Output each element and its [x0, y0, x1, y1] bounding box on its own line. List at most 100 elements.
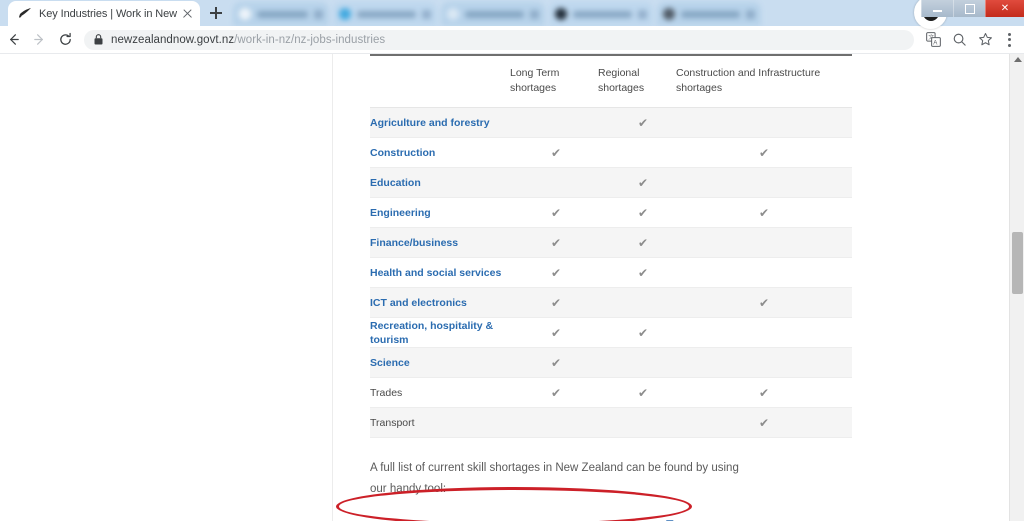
industry-link[interactable]: Engineering — [370, 197, 508, 228]
table-row: Recreation, hospitality & tourism ✔ ✔ — [370, 317, 852, 348]
cell-construction: ✔ — [674, 137, 852, 168]
table-row: Agriculture and forestry ✔ — [370, 107, 852, 138]
cell-construction: ✔ — [674, 377, 852, 408]
tab-title — [357, 10, 416, 18]
cell-regional — [596, 407, 674, 438]
table-row: Finance/business ✔ ✔ — [370, 227, 852, 258]
background-tab[interactable] — [333, 2, 437, 26]
table-row: Education ✔ — [370, 167, 852, 198]
close-window-button[interactable]: ✕ — [985, 0, 1024, 17]
dot — [1007, 38, 1011, 41]
toolbar-icons: 文 A — [920, 27, 1024, 53]
page-left-margin — [0, 54, 333, 521]
maximize-button[interactable] — [953, 0, 985, 17]
check-icon: ✔ — [551, 145, 562, 160]
cell-long-term: ✔ — [508, 227, 596, 258]
industry-link[interactable]: Science — [370, 347, 508, 378]
cell-regional: ✔ — [596, 257, 674, 288]
cell-long-term: ✔ — [508, 137, 596, 168]
browser-window: Key Industries | Work in New Zea — [0, 0, 1024, 521]
cell-long-term: ✔ — [508, 347, 596, 378]
cell-regional: ✔ — [596, 377, 674, 408]
tool-description-paragraph: A full list of current skill shortages i… — [370, 462, 739, 495]
check-icon: ✔ — [638, 205, 649, 220]
favicon — [239, 8, 251, 20]
check-icon: ✔ — [551, 295, 562, 310]
window-controls: ✕ — [921, 0, 1024, 17]
close-icon[interactable] — [746, 9, 755, 19]
close-icon[interactable] — [422, 9, 431, 19]
tab-title — [573, 10, 632, 18]
background-tab[interactable] — [441, 2, 545, 26]
column-header-long-term: Long Term shortages — [508, 54, 596, 108]
favicon — [555, 8, 567, 20]
cell-construction — [674, 107, 852, 138]
forward-button[interactable] — [26, 27, 52, 53]
new-tab-button[interactable] — [203, 0, 229, 26]
browser-toolbar: newzealandnow.govt.nz/work-in-nz/nz-jobs… — [0, 26, 1024, 54]
check-icon: ✔ — [638, 115, 649, 130]
minimize-button[interactable] — [921, 0, 953, 17]
cell-regional: ✔ — [596, 197, 674, 228]
table-row: ICT and electronics ✔ ✔ — [370, 287, 852, 318]
check-icon: ✔ — [638, 385, 649, 400]
industry-link[interactable]: Construction — [370, 137, 508, 168]
industry-link[interactable]: Recreation, hospitality & tourism — [370, 317, 508, 348]
check-icon: ✔ — [638, 235, 649, 250]
favicon — [339, 8, 351, 20]
background-tab[interactable] — [233, 2, 329, 26]
cell-long-term: ✔ — [508, 287, 596, 318]
cell-regional: ✔ — [596, 107, 674, 138]
background-tab[interactable] — [657, 2, 761, 26]
address-bar[interactable]: newzealandnow.govt.nz/work-in-nz/nz-jobs… — [84, 29, 914, 50]
industry-link[interactable]: ICT and electronics — [370, 287, 508, 318]
industry-label: Transport — [370, 407, 508, 438]
cell-regional: ✔ — [596, 227, 674, 258]
check-icon: ✔ — [551, 355, 562, 370]
industry-link[interactable]: Agriculture and forestry — [370, 107, 508, 138]
bookmark-star-icon[interactable] — [972, 27, 998, 53]
check-icon: ✔ — [551, 235, 562, 250]
column-header-regional: Regional shortages — [596, 54, 674, 108]
search-icon[interactable] — [946, 27, 972, 53]
industry-label: Trades — [370, 377, 508, 408]
close-icon[interactable] — [530, 9, 539, 19]
scroll-up-arrow[interactable] — [1014, 57, 1022, 62]
close-icon[interactable] — [314, 9, 323, 19]
dot — [1007, 43, 1011, 47]
industry-link[interactable]: Finance/business — [370, 227, 508, 258]
favicon — [663, 8, 675, 20]
industry-link[interactable]: Health and social services — [370, 257, 508, 288]
table-row: Health and social services ✔ ✔ — [370, 257, 852, 288]
page-scrollbar[interactable] — [1009, 54, 1024, 521]
industry-link[interactable]: Education — [370, 167, 508, 198]
reload-button[interactable] — [52, 27, 78, 53]
tab-active[interactable]: Key Industries | Work in New Zea — [8, 1, 200, 26]
fern-favicon — [18, 7, 32, 20]
cell-long-term: ✔ — [508, 377, 596, 408]
url-path: /work-in-nz/nz-jobs-industries — [234, 33, 386, 46]
dot — [1007, 32, 1011, 36]
table-row: Science ✔ — [370, 347, 852, 378]
back-button[interactable] — [0, 27, 26, 53]
table-row: Construction ✔ ✔ — [370, 137, 852, 168]
close-icon[interactable] — [181, 7, 194, 20]
background-tab[interactable] — [549, 2, 653, 26]
cell-long-term — [508, 107, 596, 138]
cell-regional: ✔ — [596, 317, 674, 348]
check-icon: ✔ — [638, 265, 649, 280]
browser-menu-button[interactable] — [998, 27, 1020, 53]
scrollbar-thumb[interactable] — [1012, 232, 1023, 294]
check-icon: ✔ — [638, 175, 649, 190]
cell-long-term: ✔ — [508, 257, 596, 288]
cell-construction — [674, 257, 852, 288]
check-icon: ✔ — [759, 205, 770, 220]
close-icon[interactable] — [638, 9, 647, 19]
cell-long-term: ✔ — [508, 197, 596, 228]
page-viewport: Long Term shortages Regional shortages C… — [0, 54, 1024, 521]
cell-construction — [674, 167, 852, 198]
check-icon: ✔ — [759, 295, 770, 310]
translate-icon[interactable]: 文 A — [920, 27, 946, 53]
check-icon: ✔ — [759, 385, 770, 400]
check-icon: ✔ — [551, 205, 562, 220]
